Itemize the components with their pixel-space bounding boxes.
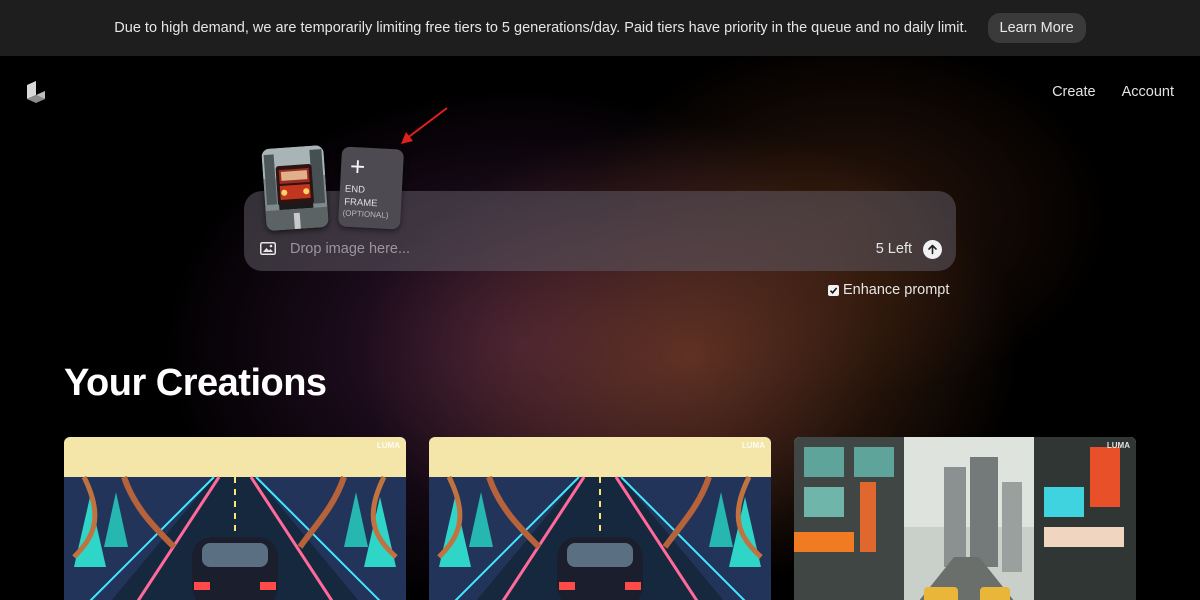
end-frame-slot[interactable]: + END FRAME (OPTIONAL): [337, 146, 405, 230]
arrow-up-icon: [928, 244, 937, 255]
end-frame-label: END FRAME: [343, 183, 378, 210]
enhance-label: Enhance prompt: [843, 282, 950, 298]
enhance-prompt-toggle[interactable]: Enhance prompt: [828, 282, 949, 298]
luma-watermark: LUMA: [1106, 441, 1130, 450]
nav-create[interactable]: Create: [1052, 84, 1096, 100]
luma-watermark: LUMA: [741, 441, 765, 450]
end-frame-optional: (OPTIONAL): [342, 208, 389, 220]
section-title: Your Creations: [64, 362, 327, 404]
generations-left: 5 Left: [875, 241, 912, 257]
creation-card[interactable]: LUMA: [64, 437, 406, 600]
check-icon: [829, 286, 838, 294]
image-upload-icon[interactable]: [260, 242, 276, 255]
prompt-input[interactable]: [290, 237, 790, 261]
city-street-image: [794, 437, 1136, 600]
notice-banner: Due to high demand, we are temporarily l…: [0, 0, 1200, 56]
banner-text: Due to high demand, we are temporarily l…: [114, 20, 968, 36]
plus-icon: +: [349, 150, 367, 182]
fire-truck-image: [261, 144, 329, 232]
start-frame-thumbnail[interactable]: [261, 144, 329, 232]
top-nav: Create Account: [1052, 84, 1174, 100]
learn-more-button[interactable]: Learn More: [987, 13, 1086, 43]
red-arrow-icon: [401, 107, 448, 144]
creation-card[interactable]: LUMA: [794, 437, 1136, 600]
neon-road-image: [429, 437, 771, 600]
neon-road-image: [64, 437, 406, 600]
enhance-checkbox[interactable]: [828, 284, 839, 296]
submit-button[interactable]: [923, 240, 942, 259]
nav-account[interactable]: Account: [1122, 84, 1174, 100]
luma-logo-icon[interactable]: [25, 81, 47, 105]
creation-card[interactable]: LUMA: [429, 437, 771, 600]
luma-watermark: LUMA: [376, 441, 400, 450]
